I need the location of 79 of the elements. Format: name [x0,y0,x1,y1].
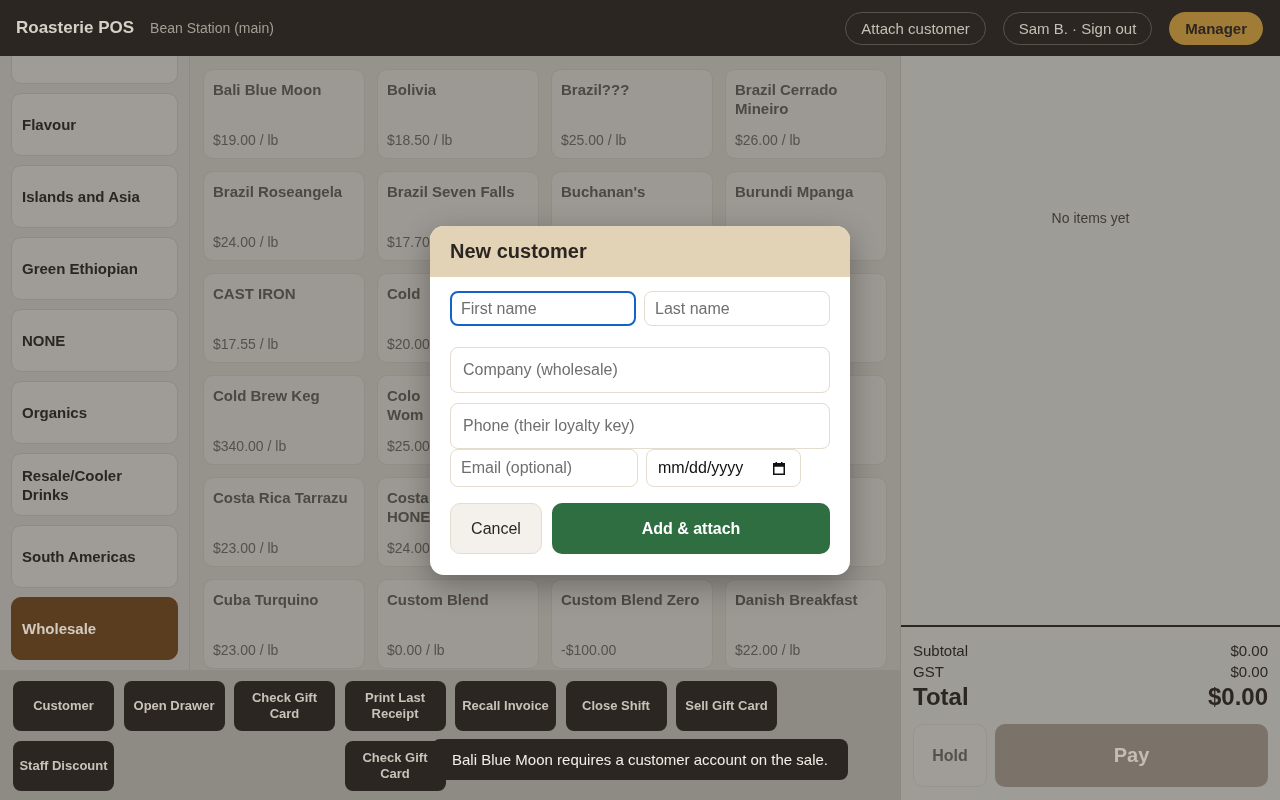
category-button[interactable]: Organics [11,381,178,444]
product-card[interactable]: Brazil Roseangela $24.00 / lb [203,171,365,261]
product-price: $24.00 [387,539,430,557]
action-button[interactable]: Recall Invoice [455,681,556,731]
product-card[interactable]: Custom Blend Zero -$100.00 [551,579,713,669]
product-price: $23.00 / lb [213,539,279,557]
product-price: $26.00 / lb [735,131,801,149]
text-field[interactable]: First name [450,291,636,326]
product-card[interactable]: Bali Blue Moon $19.00 / lb [203,69,365,159]
toast-notification: Bali Blue Moon requires a customer account on the sale. [432,739,849,780]
action-button[interactable]: Check Gift Card [344,741,446,791]
product-name: Costa HONE [387,488,431,526]
product-name: Buchanan's [561,182,646,201]
action-button[interactable]: Open Drawer [123,681,225,731]
product-card[interactable]: Bolivia $18.50 / lb [377,69,539,159]
product-name: Brazil Seven Falls [387,182,515,201]
product-name: Bali Blue Moon [213,80,322,99]
action-button[interactable]: Customer [13,681,114,731]
product-name: Costa Rica Tarrazu [213,488,348,507]
product-name: Custom Blend [387,590,489,609]
total-label: GST [913,662,944,682]
product-name: Colo Wom [387,386,424,424]
action-button[interactable]: Close Shift [565,681,667,731]
total-label: Subtotal [913,641,969,661]
product-price: $17.70 [387,233,430,251]
total-label: Total [913,682,969,712]
product-card[interactable]: Brazil Cerrado Mineiro $26.00 / lb [725,69,887,159]
product-price: $24.00 / lb [213,233,279,251]
category-button[interactable]: Resale/Cooler Drinks [11,453,178,516]
total-value: $0.00 [1230,662,1268,682]
product-name: Cuba Turquino [213,590,319,609]
date-field[interactable]: mm/dd/yyyy [646,449,801,487]
product-name: Bolivia [387,80,437,99]
product-price: $20.00 [387,335,430,353]
cancel-button[interactable]: Cancel [450,503,542,554]
product-price: $0.00 / lb [387,641,445,659]
action-button[interactable]: Sell Gift Card [676,681,777,731]
app-title: Roasterie POS [16,18,135,38]
product-name: Cold [387,284,421,303]
product-price: $25.00 / lb [561,131,627,149]
store-location: Bean Station (main) [150,20,274,36]
product-card[interactable]: Brazil??? $25.00 / lb [551,69,713,159]
product-name: Brazil??? [561,80,630,99]
product-price: $340.00 / lb [213,437,287,455]
category-button[interactable]: South Americas [11,525,178,588]
product-name: Danish Breakfast [735,590,858,609]
product-price: $22.00 / lb [735,641,801,659]
product-card[interactable]: CAST IRON $17.55 / lb [203,273,365,363]
product-name: CAST IRON [213,284,296,303]
product-price: -$100.00 [561,641,617,659]
product-name: Brazil Cerrado Mineiro [735,80,839,118]
category-button[interactable]: Green Ethiopian [11,237,178,300]
product-card[interactable]: Custom Blend $0.00 / lb [377,579,539,669]
category-button[interactable]: Flavour [11,93,178,156]
calendar-icon[interactable] [773,462,785,475]
product-name: Custom Blend Zero [561,590,700,609]
product-price: $23.00 / lb [213,641,279,659]
product-price: $19.00 / lb [213,131,279,149]
category-button[interactable]: Islands and Asia [11,165,178,228]
product-card[interactable]: Cold Brew Keg $340.00 / lb [203,375,365,465]
total-value: $0.00 [1230,641,1268,661]
product-card[interactable]: Costa Rica Tarrazu $23.00 / lb [203,477,365,567]
empty-cart-message: No items yet [1051,210,1130,226]
product-price: $17.55 / lb [213,335,279,353]
header-button[interactable]: Manager [1169,11,1263,45]
product-price: $25.00 [387,437,430,455]
product-card[interactable]: Danish Breakfast $22.00 / lb [725,579,887,669]
category-button[interactable]: NONE [11,309,178,372]
add-attach-button[interactable]: Add & attach [552,503,830,554]
action-button[interactable]: Staff Discount [13,741,114,791]
product-name: Burundi Mpanga [735,182,854,201]
product-card[interactable]: Cuba Turquino $23.00 / lb [203,579,365,669]
product-name: Cold Brew Keg [213,386,320,405]
product-name: Brazil Roseangela [213,182,343,201]
action-button[interactable]: Print Last Receipt [344,681,446,731]
action-button[interactable]: Check Gift Card [234,681,335,731]
product-price: $18.50 / lb [387,131,453,149]
category-button[interactable]: Wholesale [11,597,178,660]
total-value: $0.00 [1207,682,1268,712]
